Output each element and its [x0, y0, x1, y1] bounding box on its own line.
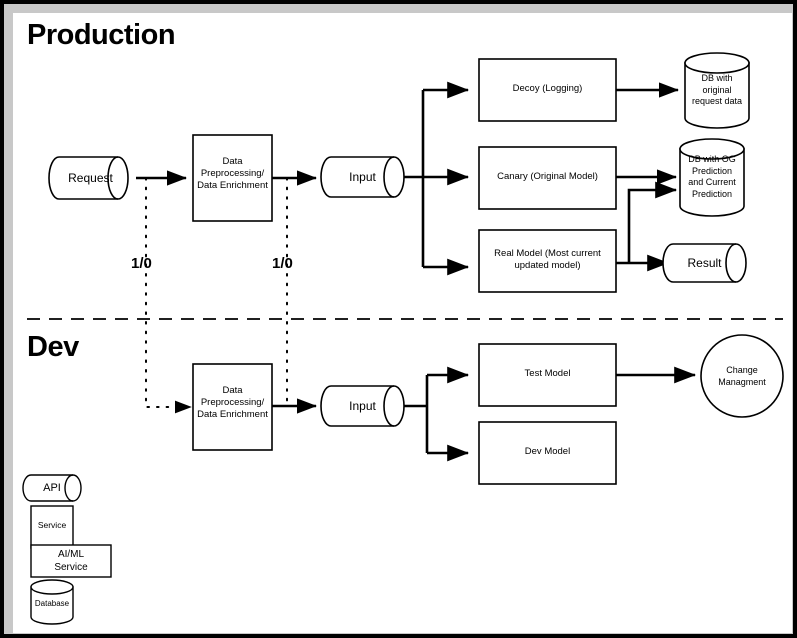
node-db-predictions — [679, 138, 745, 217]
diagram-canvas: Production Dev Request Data Preprocessin… — [13, 13, 792, 633]
page-title-production: Production — [27, 19, 176, 51]
node-dev-input — [320, 385, 405, 427]
node-db-original — [684, 52, 750, 129]
legend-shape-service — [30, 505, 74, 549]
node-real-model — [478, 229, 617, 293]
node-change-management — [700, 334, 784, 418]
node-request — [48, 156, 129, 200]
node-prod-input — [320, 156, 405, 198]
legend-shape-aiml-service — [30, 544, 112, 578]
node-dev-preprocessing — [192, 363, 273, 451]
node-dev-model — [478, 421, 617, 485]
edge-label-input-split: 1/0 — [272, 255, 293, 272]
diagram-svg — [22, 52, 784, 625]
node-canary — [478, 146, 617, 210]
node-decoy — [478, 58, 617, 122]
edge-label-request-split: 1/0 — [131, 255, 152, 272]
node-result — [662, 243, 747, 283]
page-title-dev: Dev — [27, 331, 79, 363]
diagram-page: Production Dev Request Data Preprocessin… — [0, 0, 797, 638]
node-prod-preprocessing — [192, 134, 273, 222]
node-test-model — [478, 343, 617, 407]
legend-shape-api — [22, 474, 82, 502]
legend-shape-database — [30, 579, 74, 625]
edge-dotted-request-to-dev — [145, 177, 192, 414]
page-frame: Production Dev Request Data Preprocessin… — [4, 4, 793, 634]
